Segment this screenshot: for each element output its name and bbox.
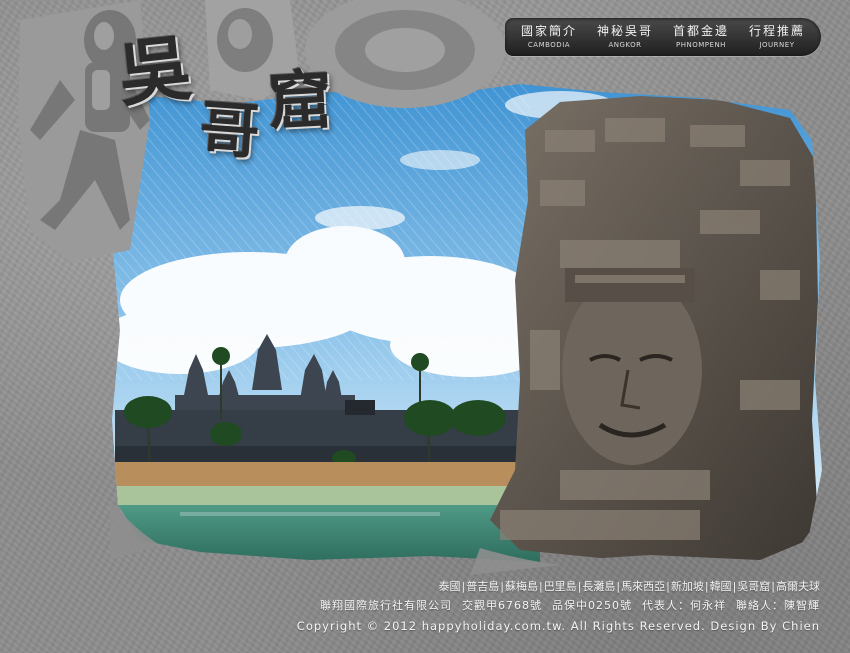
nav-label-zh: 首都金邊: [672, 24, 729, 38]
link-angkor[interactable]: 吳哥窟: [737, 580, 770, 593]
contact-person: 聯絡人：陳智輝: [736, 599, 820, 612]
nav-label-en: ANGKOR: [608, 41, 642, 49]
insurance-number: 品保中0250號: [552, 599, 632, 612]
link-bali[interactable]: 巴里島: [544, 580, 577, 593]
nav-label-en: PHNOMPENH: [676, 41, 726, 49]
link-samui[interactable]: 蘇梅島: [505, 580, 538, 593]
link-thailand[interactable]: 泰國: [439, 580, 461, 593]
footer: 泰國|普吉島|蘇梅島|巴里島|長灘島|馬來西亞|新加坡|韓國|吳哥窟|高爾夫球 …: [297, 578, 820, 636]
company-name: 聯翔國際旅行社有限公司: [320, 599, 452, 612]
company-info: 聯翔國際旅行社有限公司 交觀甲6768號 品保中0250號 代表人：何永祥 聯絡人：陳智…: [297, 596, 820, 616]
link-boracay[interactable]: 長灘島: [582, 580, 615, 593]
logo-char-1: 吳: [114, 24, 195, 117]
copyright: Copyright © 2012 happyholiday.com.tw. Al…: [296, 619, 820, 633]
representative: 代表人：何永祥: [642, 599, 726, 612]
nav-item-phnompenh[interactable]: 首都金邊 PHNOMPENH: [673, 24, 729, 50]
nav-label-zh: 行程推薦: [748, 24, 805, 38]
link-singapore[interactable]: 新加坡: [671, 580, 704, 593]
nav-label-zh: 神秘吳哥: [596, 24, 653, 38]
link-korea[interactable]: 韓國: [710, 580, 732, 593]
nav-item-journey[interactable]: 行程推薦 JOURNEY: [749, 24, 805, 50]
logo-char-2: 哥: [197, 93, 262, 168]
link-malaysia[interactable]: 馬來西亞: [621, 580, 665, 593]
nav-label-en: CAMBODIA: [527, 41, 571, 49]
link-phuket[interactable]: 普吉島: [466, 580, 499, 593]
link-golf[interactable]: 高爾夫球: [776, 580, 820, 593]
nav-item-cambodia[interactable]: 國家簡介 CAMBODIA: [521, 24, 577, 50]
nav-label-en: JOURNEY: [759, 41, 795, 49]
main-nav: 國家簡介 CAMBODIA 神秘吳哥 ANGKOR 首都金邊 PHNOMPENH…: [505, 18, 821, 56]
site-logo[interactable]: 吳 哥 窟: [114, 12, 358, 172]
license-number: 交觀甲6768號: [462, 599, 542, 612]
logo-char-3: 窟: [266, 62, 335, 141]
page: 吳 哥 窟 國家簡介 CAMBODIA 神秘吳哥 ANGKOR 首都金邊 PHN…: [0, 0, 850, 653]
nav-item-angkor[interactable]: 神秘吳哥 ANGKOR: [597, 24, 653, 50]
destination-links: 泰國|普吉島|蘇梅島|巴里島|長灘島|馬來西亞|新加坡|韓國|吳哥窟|高爾夫球: [297, 578, 820, 596]
nav-label-zh: 國家簡介: [520, 24, 577, 38]
